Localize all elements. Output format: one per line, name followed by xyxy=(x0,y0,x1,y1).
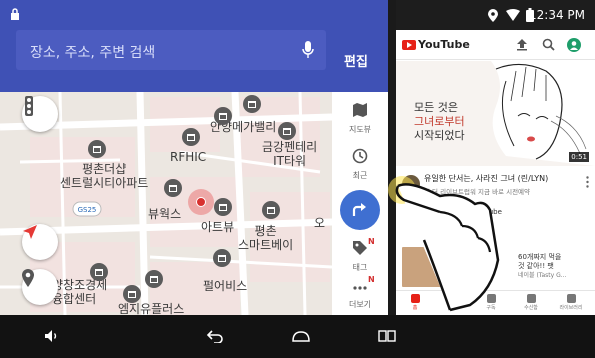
directions-button[interactable] xyxy=(340,190,380,230)
inbox-icon xyxy=(526,294,536,303)
my-location-button[interactable] xyxy=(22,224,58,260)
account-icon[interactable] xyxy=(567,38,581,52)
svg-text:GS25: GS25 xyxy=(78,206,97,214)
map-pin-icon xyxy=(22,269,34,287)
map-label-rfhic: RFHIC xyxy=(170,150,207,164)
map-view-icon xyxy=(353,103,367,117)
poi-building-icon[interactable] xyxy=(213,249,231,267)
poi-building-icon[interactable] xyxy=(164,179,182,197)
side-map-view[interactable]: 지도뷰 xyxy=(332,102,388,135)
mic-icon[interactable] xyxy=(302,40,314,60)
edit-button[interactable]: 편집 xyxy=(344,51,368,70)
youtube-play-icon xyxy=(402,39,416,50)
poem-line: 그녀로부터 xyxy=(414,115,465,128)
video-3-line: 네이블 (Tasty G... xyxy=(518,272,567,279)
poi-building-icon[interactable] xyxy=(278,122,296,140)
youtube-logo[interactable]: YouTube xyxy=(402,38,470,51)
map-view[interactable]: 안양메가밸리 RFHIC 금강펜테리 IT타워 평촌더샵 센트럴시티아파트 뷰웍… xyxy=(0,92,332,315)
map-search-bar[interactable]: 장소, 주소, 주변 검색 xyxy=(16,30,326,70)
gs25-logo: GS25 xyxy=(72,201,102,217)
map-label-creative-center: 양창조경제 융합센터 xyxy=(52,278,108,306)
search-placeholder: 장소, 주소, 주변 검색 xyxy=(30,45,156,61)
youtube-logo-text: YouTube xyxy=(418,38,470,51)
upload-icon[interactable] xyxy=(516,38,528,51)
map-label-vieworks: 뷰웍스 xyxy=(148,207,182,221)
tag-icon xyxy=(353,241,367,255)
system-navigation-bar xyxy=(0,315,595,358)
navigation-arrow-icon xyxy=(23,225,37,239)
map-label-pyeongchon-smartbay: 평촌 스마트베이 xyxy=(238,224,294,252)
traffic-light-icon xyxy=(25,96,33,116)
map-app-panel: 장소, 주소, 주변 검색 편집 안양메가밸리 RFHIC 금강펜테리 IT타워… xyxy=(0,0,388,315)
nav-library-label: 라이브러리 xyxy=(559,305,583,311)
video-3-line: 60개짜지 먹을 xyxy=(518,253,562,261)
poi-building-icon[interactable] xyxy=(88,140,106,158)
map-label-edge: 오 xyxy=(314,216,326,230)
video-duration: 0:51 xyxy=(569,152,589,162)
poi-building-icon[interactable] xyxy=(90,263,108,281)
nav-inbox-label: 수신함 xyxy=(524,305,538,311)
home-button[interactable] xyxy=(289,327,313,345)
more-dots-icon xyxy=(353,286,367,290)
poi-building-icon[interactable] xyxy=(243,95,261,113)
folder-icon xyxy=(566,294,576,303)
nav-inbox[interactable]: 수신함 xyxy=(516,294,546,311)
poi-building-icon[interactable] xyxy=(214,198,232,216)
map-label-artview: 아트뷰 xyxy=(201,220,235,234)
directions-arrow-icon xyxy=(352,203,366,216)
recents-icon xyxy=(378,330,396,342)
traffic-button[interactable] xyxy=(22,96,58,132)
back-icon xyxy=(206,330,223,343)
place-button[interactable] xyxy=(22,269,58,305)
side-map-view-label: 지도뷰 xyxy=(348,125,372,134)
map-label-geumgang-tower: 금강펜테리 IT타워 xyxy=(262,140,318,168)
poem-line: 모든 것은 xyxy=(414,101,458,114)
thumbnail-poem: 모든 것은 그녀로부터 시작되었다 xyxy=(414,101,465,143)
video-menu-icon[interactable] xyxy=(586,176,589,188)
tag-new-badge: N xyxy=(368,237,375,246)
poi-building-icon[interactable] xyxy=(182,128,200,146)
poi-building-icon[interactable] xyxy=(145,270,163,288)
youtube-top-bar: YouTube xyxy=(396,30,595,60)
nav-library[interactable]: 라이브러리 xyxy=(556,294,586,311)
poi-building-icon[interactable] xyxy=(262,201,280,219)
status-bar: 12:34 PM xyxy=(396,0,595,30)
map-label-lguplus: 엠지유플러스 xyxy=(118,302,185,315)
video-thumbnail[interactable]: 모든 것은 그녀로부터 시작되었다 0:51 xyxy=(396,61,595,166)
map-label-pearlabyss: 펄어비스 xyxy=(203,279,248,293)
back-button[interactable] xyxy=(203,327,227,345)
search-icon[interactable] xyxy=(542,38,555,51)
poi-building-icon[interactable] xyxy=(214,107,232,125)
wifi-icon xyxy=(506,9,520,21)
poi-building-icon[interactable] xyxy=(123,285,141,303)
recents-button[interactable] xyxy=(375,327,399,345)
touch-hand-illustration xyxy=(388,176,500,312)
volume-button[interactable] xyxy=(40,327,64,345)
volume-icon xyxy=(45,330,57,342)
video-3-title[interactable]: 60개짜지 먹을 것 같아!! 팻 네이블 (Tasty G... xyxy=(518,253,566,280)
lock-icon xyxy=(11,8,19,20)
location-icon xyxy=(488,9,498,22)
status-time: 12:34 PM xyxy=(529,8,585,22)
home-icon xyxy=(292,331,310,342)
map-header: 장소, 주소, 주변 검색 편집 xyxy=(0,0,388,92)
clock-icon xyxy=(352,148,368,164)
poem-line: 시작되었다 xyxy=(414,129,465,142)
current-location-marker xyxy=(188,189,214,215)
more-new-badge: N xyxy=(368,275,375,284)
video-3-line: 것 같아!! 팻 xyxy=(518,262,554,270)
map-label-pyeongchon-thesharp: 평촌더샵 센트럴시티아파트 xyxy=(60,162,149,190)
